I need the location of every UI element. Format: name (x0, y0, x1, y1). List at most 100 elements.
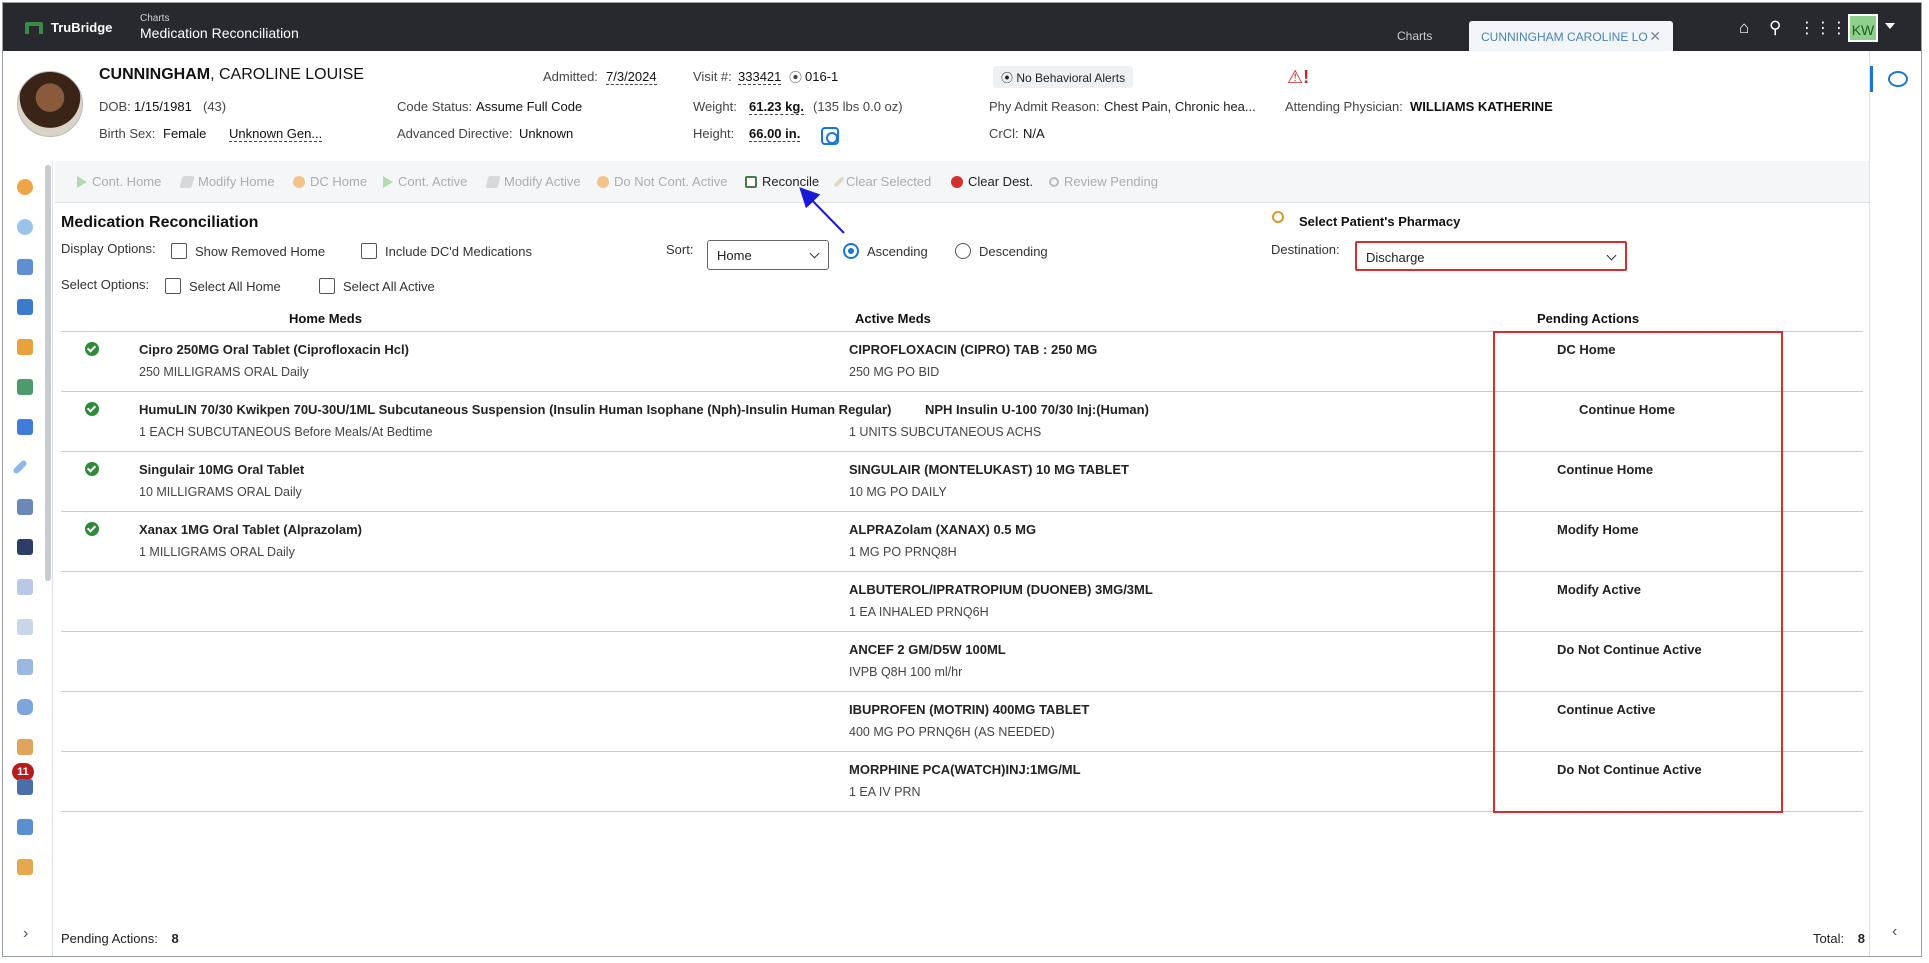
chevron-right-icon[interactable]: › (23, 925, 28, 943)
table-row[interactable]: IBUPROFEN (MOTRIN) 400MG TABLET 400 MG P… (61, 692, 1863, 752)
clear-selected-button[interactable]: Clear Selected (833, 174, 931, 189)
form-icon[interactable] (17, 619, 33, 635)
select-pharmacy-link[interactable]: Select Patient's Pharmacy (1299, 214, 1460, 229)
table-row[interactable]: ALBUTEROL/IPRATROPIUM (DUONEB) 3MG/3ML 1… (61, 572, 1863, 632)
behavioral-alerts-badge[interactable]: ⦿ No Behavioral Alerts (993, 66, 1134, 88)
pending-action: Modify Active (1557, 582, 1642, 597)
reconcile-icon (745, 175, 757, 188)
reconciliation-icon[interactable] (17, 419, 33, 435)
descending-radio[interactable] (955, 243, 971, 259)
apps-grid-icon[interactable]: ⋮⋮⋮ (1799, 18, 1847, 38)
weight-value[interactable]: 61.23 kg. (749, 99, 804, 115)
left-sidebar: 11 › (3, 161, 53, 956)
include-dc-label: Include DC'd Medications (385, 244, 532, 259)
magnifier-icon (1049, 176, 1059, 187)
tab-patient-label: CUNNINGHAM CAROLINE LO (1481, 30, 1648, 44)
dc-home-button[interactable]: DC Home (293, 174, 367, 189)
active-med-sig: 1 MG PO PRNQ8H (849, 545, 957, 559)
dc-home-label: DC Home (310, 174, 368, 189)
select-all-home-checkbox[interactable] (165, 278, 181, 294)
clear-dest-label: Clear Dest. (968, 174, 1034, 189)
medication-table: Cipro 250MG Oral Tablet (Ciprofloxacin H… (61, 331, 1863, 812)
active-med-name: ALPRAZolam (XANAX) 0.5 MG (849, 522, 1037, 537)
modify-home-button[interactable]: Modify Home (179, 174, 275, 189)
show-removed-home-label: Show Removed Home (195, 244, 326, 259)
select-all-home-label: Select All Home (189, 279, 281, 294)
vitals-icon[interactable] (17, 179, 33, 195)
cont-active-button[interactable]: Cont. Active (383, 174, 467, 189)
modify-active-button[interactable]: Modify Active (485, 174, 581, 189)
table-row[interactable]: HumuLIN 70/30 Kwikpen 70U-30U/1ML Subcut… (61, 392, 1863, 452)
chevron-down-icon (1606, 250, 1617, 261)
avatar[interactable]: KW (1848, 14, 1878, 42)
chevron-down-icon (809, 248, 820, 259)
home-icon[interactable]: ⌂ (1739, 18, 1749, 38)
pill-icon[interactable] (17, 699, 33, 715)
destination-select[interactable]: Discharge (1355, 241, 1627, 271)
tab-charts[interactable]: Charts (1397, 29, 1432, 43)
visit-value[interactable]: 333421 (738, 69, 782, 85)
provider-icon[interactable] (17, 499, 33, 515)
injection-icon[interactable] (12, 459, 28, 475)
active-med-sig: 1 EA INHALED PRNQ6H (849, 605, 989, 619)
review-pending-button[interactable]: Review Pending (1049, 174, 1158, 189)
chart-icon[interactable] (17, 659, 33, 675)
bmi-calculator-icon[interactable] (821, 127, 839, 145)
medications-icon[interactable] (17, 379, 33, 395)
table-row[interactable]: Xanax 1MG Oral Tablet (Alprazolam) 1 MIL… (61, 512, 1863, 572)
table-row[interactable]: ANCEF 2 GM/D5W 100ML IVPB Q8H 100 ml/hr … (61, 632, 1863, 692)
table-row[interactable]: Cipro 250MG Oral Tablet (Ciprofloxacin H… (61, 332, 1863, 392)
allergy-alert-icon[interactable]: ⚠! (1287, 67, 1309, 88)
do-not-cont-active-button[interactable]: Do Not Cont. Active (597, 174, 727, 189)
admitted-value[interactable]: 7/3/2024 (606, 69, 657, 85)
notes-icon[interactable] (17, 299, 33, 315)
table-row[interactable]: MORPHINE PCA(WATCH)INJ:1MG/ML 1 EA IV PR… (61, 752, 1863, 812)
report-icon[interactable] (17, 579, 33, 595)
modify-home-label: Modify Home (198, 174, 275, 189)
include-dc-checkbox[interactable] (361, 243, 377, 259)
height-value[interactable]: 66.00 in. (749, 126, 801, 142)
chevron-left-icon[interactable]: ‹ (1892, 923, 1897, 941)
tasks-icon[interactable] (17, 779, 33, 795)
show-removed-home-checkbox[interactable] (171, 243, 187, 259)
chat-icon[interactable] (1888, 71, 1908, 87)
tab-patient[interactable]: CUNNINGHAM CAROLINE LO ✕ (1469, 21, 1673, 51)
breadcrumb-parent[interactable]: Charts (140, 13, 299, 24)
gender-value[interactable]: Unknown Gen... (229, 126, 323, 142)
search-icon[interactable] (1272, 211, 1284, 223)
sidebar-scrollbar[interactable] (45, 165, 51, 581)
history-icon[interactable] (17, 859, 33, 875)
home-med-sig: 1 MILLIGRAMS ORAL Daily (139, 545, 295, 559)
brand-name: TruBridge (51, 20, 113, 35)
patient-first-name: , CAROLINE LOUISE (210, 66, 364, 83)
active-med-sig: 1 EA IV PRN (849, 785, 921, 799)
reconcile-button[interactable]: Reconcile (745, 174, 819, 189)
breadcrumb: Charts Medication Reconciliation (140, 13, 299, 41)
cont-home-button[interactable]: Cont. Home (77, 174, 161, 189)
clear-dest-button[interactable]: Clear Dest. (951, 174, 1033, 189)
pending-actions-count: Pending Actions: 8 (61, 931, 179, 946)
sort-select[interactable]: Home (707, 240, 829, 270)
search-icon[interactable]: ⚲ (1769, 18, 1781, 38)
close-icon[interactable]: ✕ (1649, 28, 1661, 45)
reconciliation-panel: Medication Reconciliation Display Option… (59, 203, 1867, 956)
select-all-active-checkbox[interactable] (319, 278, 335, 294)
table-row[interactable]: Singulair 10MG Oral Tablet 10 MILLIGRAMS… (61, 452, 1863, 512)
stop-icon (293, 175, 305, 188)
chevron-down-icon[interactable] (1885, 23, 1895, 29)
active-med-name: MORPHINE PCA(WATCH)INJ:1MG/ML (849, 762, 1081, 777)
adv-directive-value: Unknown (519, 126, 574, 141)
total-label: Total: (1813, 931, 1845, 946)
active-med-name: SINGULAIR (MONTELUKAST) 10 MG TABLET (849, 462, 1129, 477)
labs-icon[interactable] (17, 219, 33, 235)
total-count: Total: 8 (1813, 931, 1865, 946)
education-icon[interactable] (17, 739, 33, 755)
results-icon[interactable] (17, 339, 33, 355)
schedule-icon[interactable] (17, 819, 33, 835)
brand-logo[interactable]: TruBridge (25, 20, 112, 35)
ascending-radio[interactable] (843, 243, 859, 259)
document-icon[interactable] (17, 539, 33, 555)
active-med-sig: 1 UNITS SUBCUTANEOUS ACHS (849, 425, 1042, 439)
orders-icon[interactable] (17, 259, 33, 275)
ascending-label: Ascending (867, 244, 928, 259)
